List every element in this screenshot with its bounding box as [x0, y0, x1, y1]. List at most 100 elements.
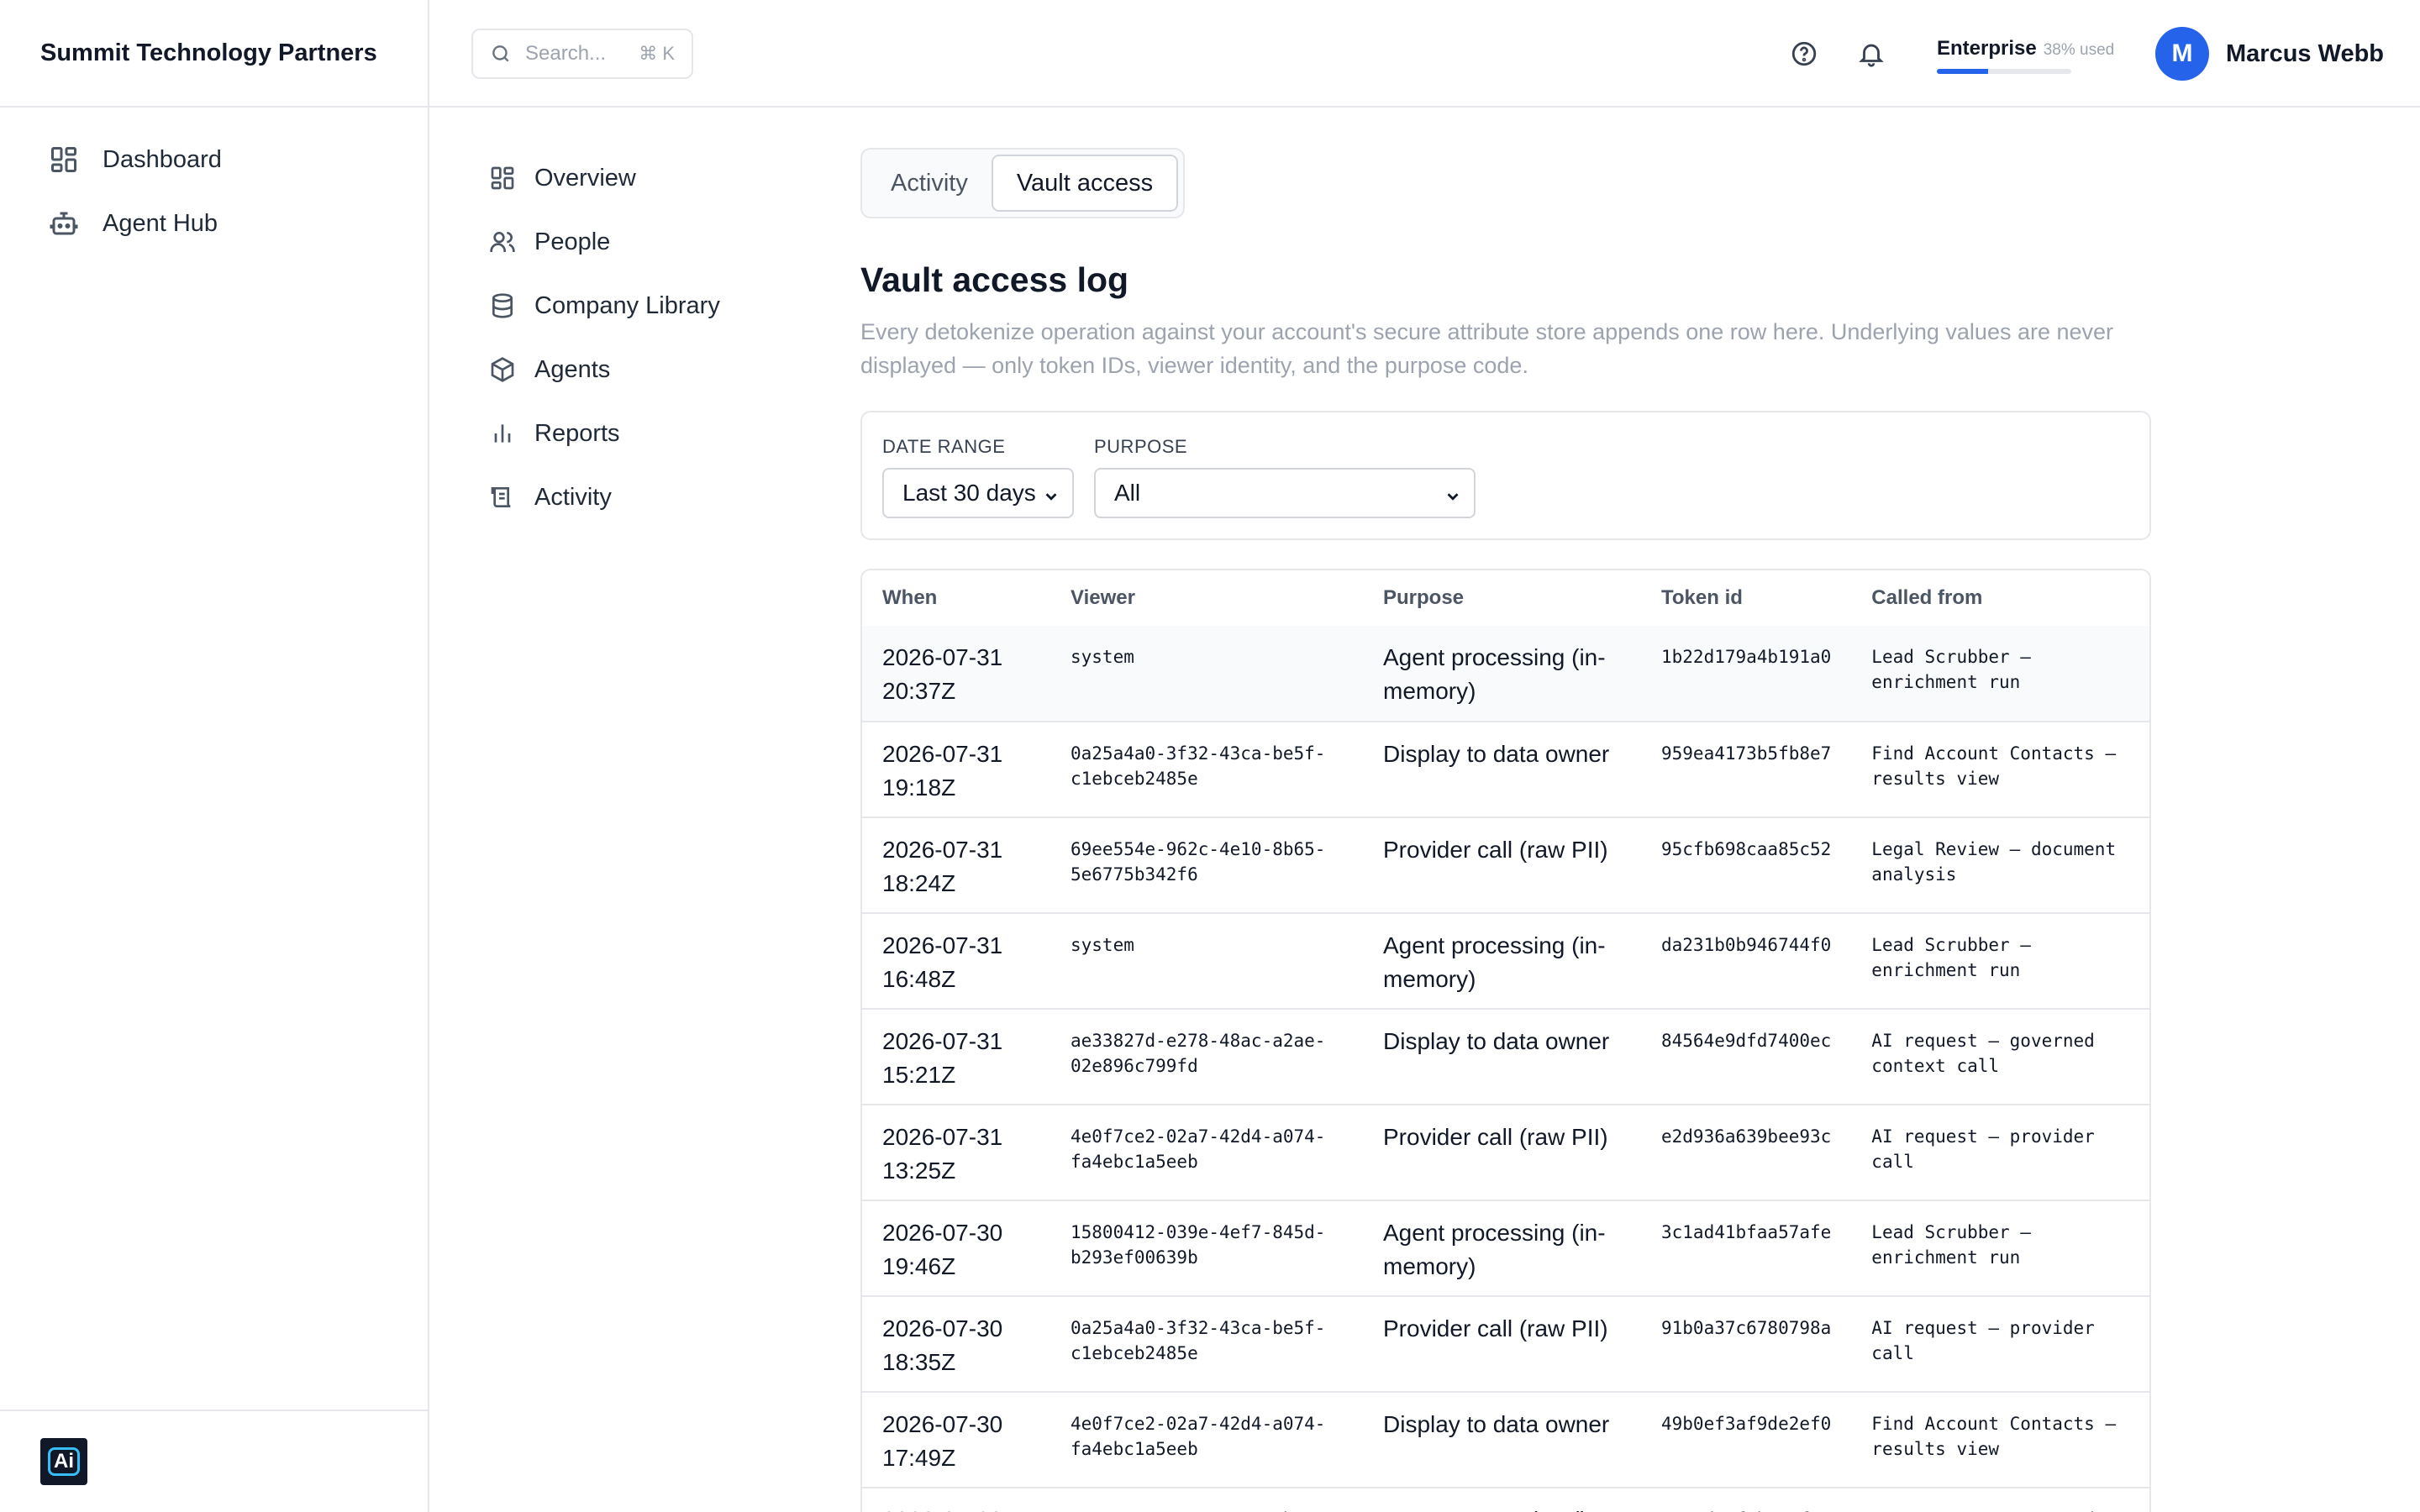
cell-token-id: 95cfb698caa85c52 — [1641, 816, 1852, 913]
plan-usage-fill — [1937, 69, 1988, 74]
column-header-purpose[interactable]: Purpose — [1363, 570, 1641, 626]
cell-token-id: 3c1ad41bfaa57afe — [1641, 1200, 1852, 1296]
cell-called-from: Find Account Contacts — results view — [1851, 721, 2149, 817]
table-row[interactable]: 2026-07-30 17:49Z 4e0f7ce2-02a7-42d4-a074… — [862, 1391, 2149, 1488]
plan-usage[interactable]: Enterprise 38% used — [1937, 37, 2114, 74]
help-icon — [1791, 41, 1817, 66]
subnav-item-people[interactable]: People — [489, 210, 720, 274]
cell-viewer: system — [1050, 626, 1363, 722]
search-icon — [492, 45, 509, 62]
subnav-item-label: People — [534, 228, 611, 255]
column-header-when[interactable]: When — [862, 570, 1050, 626]
cell-token-id: da231b0b946744f0 — [1641, 912, 1852, 1009]
column-header-token-id[interactable]: Token id — [1641, 570, 1852, 626]
cell-token-id: 959ea4173b5fb8e7 — [1641, 721, 1852, 817]
search-placeholder: Search... — [525, 42, 607, 65]
table-row[interactable]: 2026-07-3069ee554e-962c-4e10-8b65-Agent … — [862, 1487, 2149, 1512]
cell-when: 2026-07-31 19:18Z — [862, 721, 1050, 817]
cell-when: 2026-07-31 15:21Z — [862, 1008, 1050, 1105]
subnav-item-overview[interactable]: Overview — [489, 146, 720, 210]
cell-viewer: 0a25a4a0-3f32-43ca-be5f-c1ebceb2485e — [1050, 1295, 1363, 1392]
help-button[interactable] — [1787, 37, 1821, 71]
purpose-select[interactable]: All — [1094, 468, 1476, 518]
plan-name: Enterprise — [1937, 37, 2037, 60]
tab-bar: Activity Vault access — [860, 148, 1186, 218]
date-range-value: Last 30 days — [902, 480, 1036, 506]
filter-panel: DATE RANGE Last 30 days PURPOSE All — [860, 411, 2151, 540]
cell-purpose: Agent processing (in-memory) — [1363, 626, 1641, 722]
cell-when: 2026-07-30 19:46Z — [862, 1200, 1050, 1296]
tab-activity[interactable]: Activity — [867, 155, 992, 212]
cube-icon — [491, 357, 514, 382]
cell-called-from: Lead Scrubber — enrichment run — [1851, 626, 2149, 722]
cell-purpose: Agent processing (in-memory) — [1363, 1200, 1641, 1296]
cell-viewer: ae33827d-e278-48ac-a2ae-02e896c799fd — [1050, 1008, 1363, 1105]
sidebar-item-agent-hub[interactable]: Agent Hub — [0, 192, 428, 255]
plan-usage-text: 38% used — [2043, 41, 2115, 59]
cell-when: 2026-07-31 16:48Z — [862, 912, 1050, 1009]
top-header: Search... ⌘ K Enterprise 38% used M Marcu… — [429, 0, 2420, 108]
cell-purpose: Display to data owner — [1363, 721, 1641, 817]
cell-purpose: Agent processing (in- — [1363, 1487, 1641, 1512]
cell-when: 2026-07-30 — [862, 1487, 1050, 1512]
column-header-viewer[interactable]: Viewer — [1050, 570, 1363, 626]
table-header-row: When Viewer Purpose Token id Called from — [862, 570, 2149, 626]
subnav-item-reports[interactable]: Reports — [489, 402, 720, 465]
database-icon — [492, 293, 513, 318]
chevron-down-icon — [1042, 485, 1060, 503]
cell-purpose: Provider call (raw PII) — [1363, 816, 1641, 913]
cell-token-id: 84564e9dfd7400ec — [1641, 1008, 1852, 1105]
table-row[interactable]: 2026-07-30 18:35Z 0a25a4a0-3f32-43ca-be5f… — [862, 1295, 2149, 1392]
table-row[interactable]: 2026-07-31 13:25Z 4e0f7ce2-02a7-42d4-a074… — [862, 1104, 2149, 1200]
table-row[interactable]: 2026-07-31 20:37Z system Agent processing … — [862, 626, 2149, 722]
cell-when: 2026-07-31 20:37Z — [862, 626, 1050, 722]
cell-viewer: 4e0f7ce2-02a7-42d4-a074-fa4ebc1a5eeb — [1050, 1104, 1363, 1200]
cell-viewer: 69ee554e-962c-4e10-8b65-5e6775b342f6 — [1050, 816, 1363, 913]
subnav-item-label: Company Library — [534, 291, 720, 319]
bar-chart-icon — [494, 424, 511, 443]
cell-viewer: 4e0f7ce2-02a7-42d4-a074-fa4ebc1a5eeb — [1050, 1391, 1363, 1488]
cell-purpose: Provider call (raw PII) — [1363, 1104, 1641, 1200]
cell-token-id: 49b0ef3af9de2ef0 — [1641, 1391, 1852, 1488]
sidebar: Summit Technology Partners Dashboard Age… — [0, 0, 429, 1512]
sidebar-item-dashboard[interactable]: Dashboard — [0, 128, 428, 192]
notifications-button[interactable] — [1854, 37, 1888, 71]
scroll-icon — [491, 487, 511, 507]
subnav-item-activity[interactable]: Activity — [489, 465, 720, 529]
table-row[interactable]: 2026-07-31 19:18Z 0a25a4a0-3f32-43ca-be5f… — [862, 721, 2149, 817]
subnav-item-label: Overview — [534, 164, 636, 192]
purpose-label: PURPOSE — [1094, 436, 1188, 457]
brand-name[interactable]: Summit Technology Partners — [0, 0, 428, 108]
tab-vault-access[interactable]: Vault access — [991, 155, 1179, 212]
user-name: Marcus Webb — [2226, 39, 2385, 67]
subnav-item-agents[interactable]: Agents — [489, 338, 720, 402]
cell-viewer: 0a25a4a0-3f32-43ca-be5f-c1ebceb2485e — [1050, 721, 1363, 817]
search-shortcut: ⌘ K — [639, 43, 675, 64]
logo-text: Ai — [48, 1447, 80, 1476]
table-row[interactable]: 2026-07-30 19:46Z 15800412-039e-4ef7-845d… — [862, 1200, 2149, 1296]
sidebar-item-label: Agent Hub — [103, 209, 218, 237]
table-row[interactable]: 2026-07-31 15:21Z ae33827d-e278-48ac-a2ae… — [862, 1008, 2149, 1105]
subnav-item-company-library[interactable]: Company Library — [489, 274, 720, 338]
column-header-called-from[interactable]: Called from — [1851, 570, 2149, 626]
cell-called-from: AI request — governed — [1851, 1487, 2149, 1512]
user-menu[interactable]: M Marcus Webb — [2155, 27, 2384, 81]
app-logo[interactable]: Ai — [40, 1438, 87, 1485]
table-row[interactable]: 2026-07-31 16:48Z system Agent processing … — [862, 912, 2149, 1009]
chevron-down-icon — [1444, 485, 1462, 503]
date-range-filter: DATE RANGE Last 30 days — [882, 436, 1074, 518]
date-range-label: DATE RANGE — [882, 436, 1006, 457]
cell-when: 2026-07-31 18:24Z — [862, 816, 1050, 913]
cell-purpose: Display to data owner — [1363, 1391, 1641, 1488]
date-range-select[interactable]: Last 30 days — [882, 468, 1074, 518]
plan-usage-bar — [1937, 69, 2071, 74]
dashboard-icon — [51, 147, 76, 172]
page-title: Vault access log — [860, 260, 1129, 299]
search-input[interactable]: Search... ⌘ K — [471, 29, 693, 79]
users-icon — [490, 232, 515, 252]
sidebar-item-label: Dashboard — [103, 145, 222, 173]
table-row[interactable]: 2026-07-31 18:24Z 69ee554e-962c-4e10-8b65… — [862, 816, 2149, 913]
subnav-item-label: Agents — [534, 355, 611, 383]
cell-when: 2026-07-30 17:49Z — [862, 1391, 1050, 1488]
cell-called-from: AI request — provider call — [1851, 1104, 2149, 1200]
